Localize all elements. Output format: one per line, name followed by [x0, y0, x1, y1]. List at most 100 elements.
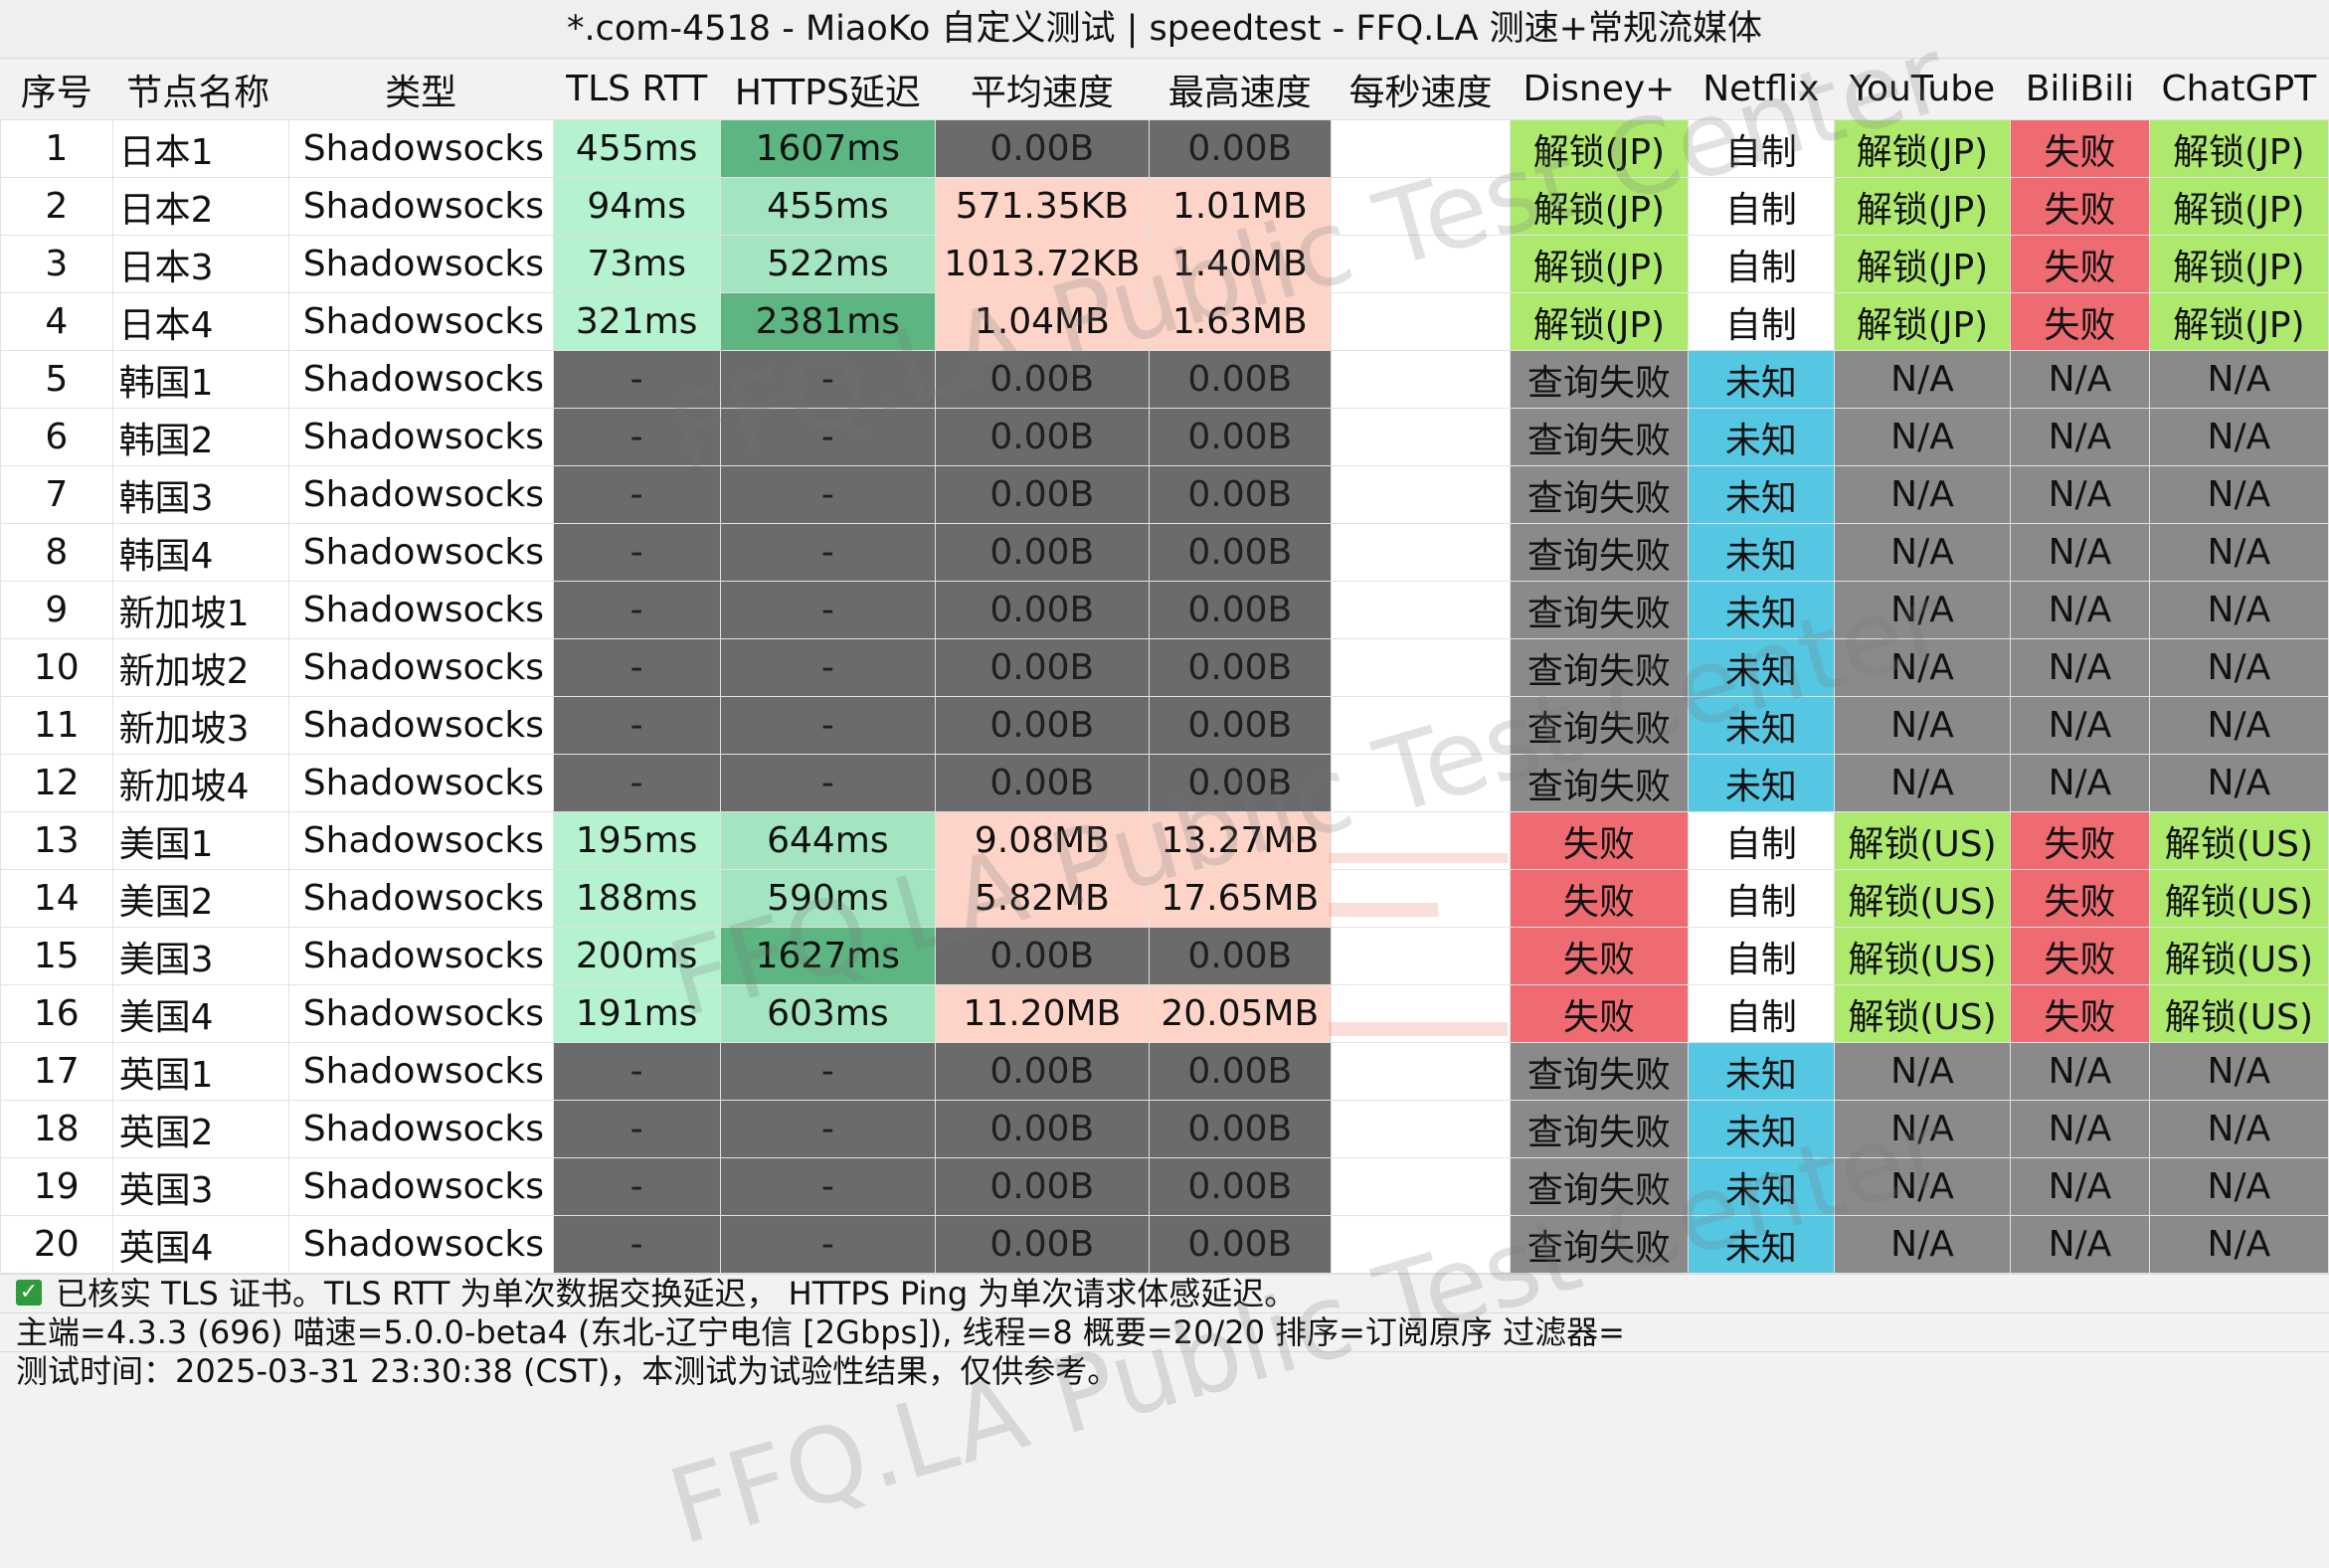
max-speed-cell: 20.05MB — [1148, 984, 1332, 1043]
netflix-cell: 自制 — [1687, 235, 1835, 293]
netflix-cell: 自制 — [1687, 869, 1835, 928]
avg-speed-cell: 1.04MB — [934, 292, 1150, 351]
bilibili-cell: 失败 — [2010, 927, 2150, 985]
youtube-cell: 解锁(US) — [1833, 811, 2012, 870]
max-speed-cell: 17.65MB — [1148, 869, 1332, 928]
tls-note-text: 已核实 TLS 证书。TLS RTT 为单次数据交换延迟， HTTPS Ping… — [56, 1275, 1297, 1312]
node-name-cell: 日本3 — [111, 235, 289, 293]
tls-rtt-cell: - — [552, 408, 721, 466]
tls-note: ✓ 已核实 TLS 证书。TLS RTT 为单次数据交换延迟， HTTPS Pin… — [0, 1274, 2329, 1313]
chatgpt-cell: 解锁(US) — [2148, 811, 2329, 870]
max-speed-cell: 0.00B — [1148, 1100, 1332, 1158]
per-second-cell — [1330, 408, 1512, 466]
bilibili-cell: N/A — [2010, 638, 2150, 697]
max-speed-cell: 1.63MB — [1148, 292, 1332, 351]
per-second-cell — [1330, 292, 1512, 351]
avg-speed-cell: 0.00B — [934, 408, 1150, 466]
avg-speed-cell: 0.00B — [934, 581, 1150, 639]
max-speed-cell: 0.00B — [1148, 696, 1332, 755]
disney-cell: 查询失败 — [1510, 523, 1689, 582]
type-cell: Shadowsocks — [287, 696, 554, 755]
netflix-cell: 未知 — [1687, 1215, 1835, 1274]
max-speed-cell: 0.00B — [1148, 927, 1332, 985]
col-header-chatgpt: ChatGPT — [2149, 59, 2329, 120]
bilibili-cell: N/A — [2010, 581, 2150, 639]
speed-sparkline — [1329, 1022, 1508, 1036]
index-cell: 15 — [0, 927, 113, 985]
youtube-cell: N/A — [1833, 754, 2012, 812]
avg-speed-cell: 0.00B — [934, 1157, 1150, 1216]
max-speed-cell: 13.27MB — [1148, 811, 1332, 870]
bilibili-cell: N/A — [2010, 1215, 2150, 1274]
bilibili-cell: N/A — [2010, 1157, 2150, 1216]
node-name-cell: 美国4 — [111, 984, 289, 1043]
node-name-cell: 英国1 — [111, 1042, 289, 1101]
per-second-cell — [1330, 1042, 1512, 1101]
tls-rtt-cell: 191ms — [552, 984, 721, 1043]
index-cell: 8 — [0, 523, 113, 582]
per-second-cell — [1330, 235, 1512, 293]
chatgpt-cell: N/A — [2148, 1215, 2329, 1274]
results-table: 序号 节点名称 类型 TLS RTT HTTPS延迟 平均速度 最高速度 每秒速… — [0, 59, 2329, 1274]
type-cell: Shadowsocks — [287, 235, 554, 293]
checkbox-checked-icon: ✓ — [16, 1280, 42, 1306]
avg-speed-cell: 5.82MB — [934, 869, 1150, 928]
youtube-cell: 解锁(JP) — [1833, 119, 2012, 178]
tls-rtt-cell: 94ms — [552, 177, 721, 236]
disney-cell: 查询失败 — [1510, 465, 1689, 524]
netflix-cell: 未知 — [1687, 696, 1835, 755]
disney-cell: 解锁(JP) — [1510, 177, 1689, 236]
bilibili-cell: N/A — [2010, 350, 2150, 409]
type-cell: Shadowsocks — [287, 638, 554, 697]
index-cell: 3 — [0, 235, 113, 293]
index-cell: 9 — [0, 581, 113, 639]
max-speed-cell: 0.00B — [1148, 523, 1332, 582]
node-name-cell: 日本2 — [111, 177, 289, 236]
node-name-cell: 新加坡1 — [111, 581, 289, 639]
per-second-cell — [1330, 523, 1512, 582]
youtube-cell: N/A — [1833, 581, 2012, 639]
table-row: 14 美国2 Shadowsocks 188ms 590ms 5.82MB 17.65MB 失… — [0, 869, 2329, 928]
type-cell: Shadowsocks — [287, 292, 554, 351]
chatgpt-cell: 解锁(US) — [2148, 984, 2329, 1043]
col-header-tls-rtt: TLS RTT — [553, 59, 721, 120]
youtube-cell: N/A — [1833, 523, 2012, 582]
disney-cell: 查询失败 — [1510, 754, 1689, 812]
avg-speed-cell: 9.08MB — [934, 811, 1150, 870]
tls-rtt-cell: 73ms — [552, 235, 721, 293]
node-name-cell: 韩国3 — [111, 465, 289, 524]
col-header-https: HTTPS延迟 — [720, 59, 936, 120]
index-cell: 13 — [0, 811, 113, 870]
table-row: 9 新加坡1 Shadowsocks - -0.00B 0.00B 查询失败 未知 N/A N/A… — [0, 581, 2329, 639]
https-delay-cell: - — [719, 1215, 936, 1274]
type-cell: Shadowsocks — [287, 465, 554, 524]
table-row: 7 韩国3 Shadowsocks - -0.00B 0.00B 查询失败 未知 N/A N/A N… — [0, 465, 2329, 524]
table-row: 8 韩国4 Shadowsocks - -0.00B 0.00B 查询失败 未知 N/A N/A N… — [0, 523, 2329, 582]
index-cell: 12 — [0, 754, 113, 812]
tls-rtt-cell: - — [552, 465, 721, 524]
node-name-cell: 新加坡3 — [111, 696, 289, 755]
tls-rtt-cell: 321ms — [552, 292, 721, 351]
table-row: 12 新加坡4 Shadowsocks - -0.00B 0.00B 查询失败 未知 N/A N/… — [0, 754, 2329, 812]
index-cell: 17 — [0, 1042, 113, 1101]
type-cell: Shadowsocks — [287, 1157, 554, 1216]
chatgpt-cell: 解锁(US) — [2148, 927, 2329, 985]
bilibili-cell: N/A — [2010, 696, 2150, 755]
window-title: *.com-4518 - MiaoKo 自定义测试 | speedtest - … — [0, 0, 2329, 59]
https-delay-cell: - — [719, 350, 936, 409]
test-time-line: 测试时间：2025-03-31 23:30:38 (CST)，本测试为试验性结果… — [0, 1352, 2329, 1390]
netflix-cell: 未知 — [1687, 1157, 1835, 1216]
max-speed-cell: 0.00B — [1148, 754, 1332, 812]
tls-rtt-cell: - — [552, 638, 721, 697]
youtube-cell: 解锁(US) — [1833, 869, 2012, 928]
per-second-cell — [1330, 1100, 1512, 1158]
https-delay-cell: - — [719, 1100, 936, 1158]
per-second-cell — [1330, 350, 1512, 409]
node-name-cell: 韩国2 — [111, 408, 289, 466]
https-delay-cell: - — [719, 696, 936, 755]
per-second-cell — [1330, 696, 1512, 755]
tls-rtt-cell: 455ms — [552, 119, 721, 178]
disney-cell: 查询失败 — [1510, 1157, 1689, 1216]
netflix-cell: 未知 — [1687, 754, 1835, 812]
index-cell: 20 — [0, 1215, 113, 1274]
